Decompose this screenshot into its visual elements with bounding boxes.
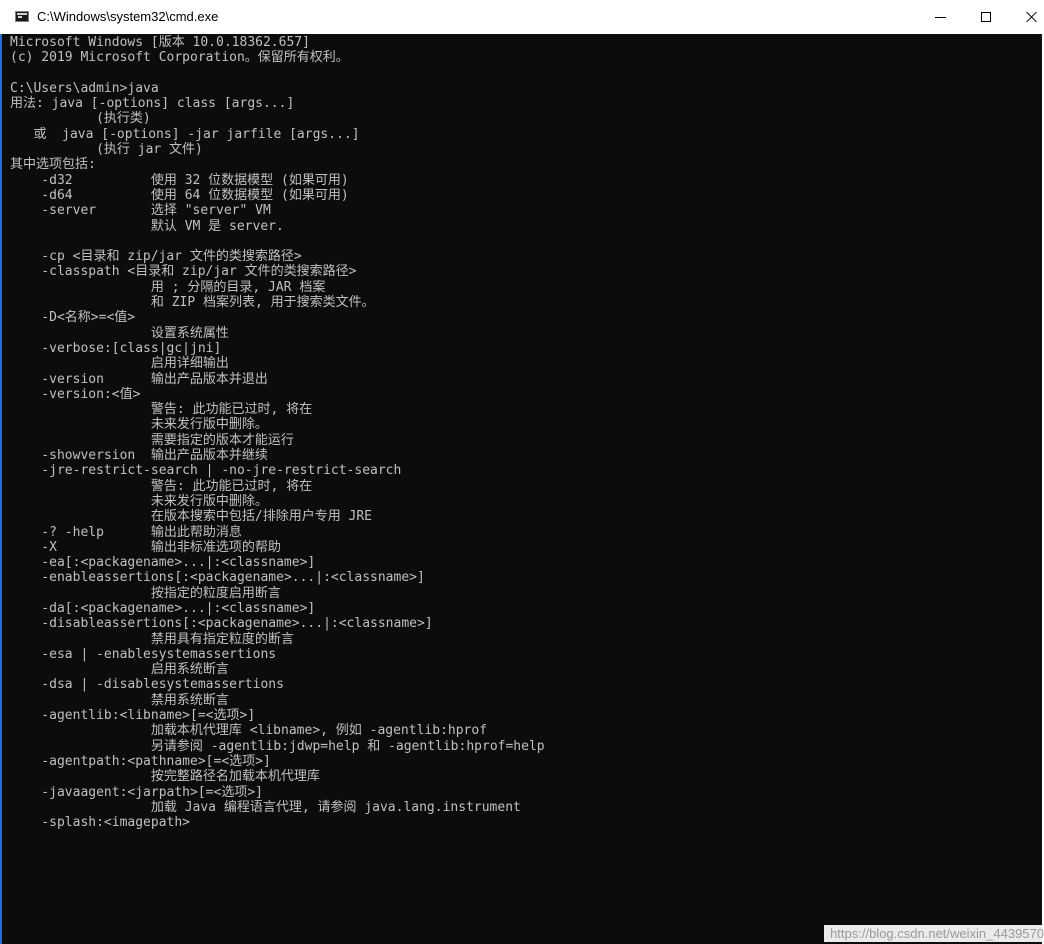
console-output[interactable]: Microsoft Windows [版本 10.0.18362.657] (c…: [2, 34, 1042, 830]
console-line: -agentpath:<pathname>[=<选项>]: [10, 753, 271, 769]
console-line: 在版本搜索中包括/排除用户专用 JRE: [10, 509, 373, 525]
console-line: 按指定的粒度启用断言: [10, 585, 281, 601]
maximize-icon: [981, 12, 991, 22]
console-line: -classpath <目录和 zip/jar 文件的类搜索路径>: [10, 264, 357, 280]
console-line: 和 ZIP 档案列表, 用于搜索类文件。: [10, 295, 375, 311]
console-line: -dsa | -disablesystemassertions: [10, 677, 284, 693]
console-line: (c) 2019 Microsoft Corporation。保留所有权利。: [10, 50, 349, 66]
maximize-button[interactable]: [963, 0, 1009, 34]
console-line: -enableassertions[:<packagename>...|:<cl…: [10, 570, 425, 586]
console-line: 按完整路径名加载本机代理库: [10, 769, 320, 785]
console-line: -server 选择 "server" VM: [10, 203, 271, 219]
console-area[interactable]: Microsoft Windows [版本 10.0.18362.657] (c…: [2, 34, 1042, 944]
console-line: (执行 jar 文件): [10, 142, 203, 158]
console-line: -ea[:<packagename>...|:<classname>]: [10, 555, 316, 571]
console-line: 或 java [-options] -jar jarfile [args...]: [10, 126, 360, 142]
console-line: 用法: java [-options] class [args...]: [10, 96, 295, 112]
console-line: 警告: 此功能已过时, 将在: [10, 478, 313, 494]
console-line: -? -help 输出此帮助消息: [10, 524, 242, 540]
console-line: 用 ; 分隔的目录, JAR 档案: [10, 279, 326, 295]
console-line: -version 输出产品版本并退出: [10, 371, 268, 387]
console-line: -agentlib:<libname>[=<选项>]: [10, 708, 256, 724]
console-line: 另请参阅 -agentlib:jdwp=help 和 -agentlib:hpr…: [10, 738, 545, 754]
console-line: 默认 VM 是 server.: [10, 218, 284, 234]
console-line: 启用详细输出: [10, 356, 229, 372]
console-line: 加载 Java 编程语言代理, 请参阅 java.lang.instrument: [10, 799, 521, 815]
console-line: 警告: 此功能已过时, 将在: [10, 402, 313, 418]
console-line: 设置系统属性: [10, 325, 229, 341]
console-line: 需要指定的版本才能运行: [10, 432, 294, 448]
console-line: -splash:<imagepath>: [10, 815, 191, 831]
console-line: -D<名称>=<值>: [10, 310, 136, 326]
console-line: 启用系统断言: [10, 662, 229, 678]
console-line: C:\Users\admin>java: [10, 80, 159, 96]
console-line: 禁用系统断言: [10, 692, 229, 708]
minimize-icon: [934, 16, 946, 18]
watermark-text: https://blog.csdn.net/weixin_4439570: [824, 925, 1044, 942]
console-line: -jre-restrict-search | -no-jre-restrict-…: [10, 463, 402, 479]
cmd-icon[interactable]: [15, 11, 29, 22]
console-line: 其中选项包括:: [10, 157, 96, 173]
console-line: -verbose:[class|gc|jni]: [10, 340, 222, 356]
close-button[interactable]: [1009, 0, 1044, 34]
console-line: Microsoft Windows [版本 10.0.18362.657]: [10, 35, 310, 50]
title-bar[interactable]: C:\Windows\system32\cmd.exe: [0, 0, 1044, 34]
console-line: -X 输出非标准选项的帮助: [10, 539, 281, 555]
console-line: -d64 使用 64 位数据模型 (如果可用): [10, 187, 349, 203]
console-line: -cp <目录和 zip/jar 文件的类搜索路径>: [10, 249, 302, 265]
console-line: -javaagent:<jarpath>[=<选项>]: [10, 784, 263, 800]
console-line: (执行类): [10, 111, 151, 127]
cmd-window: C:\Windows\system32\cmd.exe Microsoft Wi…: [0, 0, 1044, 944]
console-line: 禁用具有指定粒度的断言: [10, 631, 294, 647]
console-line: -d32 使用 32 位数据模型 (如果可用): [10, 172, 349, 188]
console-line: -version:<值>: [10, 386, 141, 402]
close-icon: [1026, 11, 1038, 23]
console-line: -showversion 输出产品版本并继续: [10, 448, 268, 464]
console-line: -da[:<packagename>...|:<classname>]: [10, 600, 316, 616]
console-line: -esa | -enablesystemassertions: [10, 646, 277, 662]
console-line: -disableassertions[:<packagename>...|:<c…: [10, 616, 433, 632]
minimize-button[interactable]: [917, 0, 963, 34]
console-line: 未来发行版中删除。: [10, 417, 268, 433]
console-line: 未来发行版中删除。: [10, 493, 268, 509]
window-title: C:\Windows\system32\cmd.exe: [37, 9, 219, 24]
console-line: 加载本机代理库 <libname>, 例如 -agentlib:hprof: [10, 723, 488, 739]
